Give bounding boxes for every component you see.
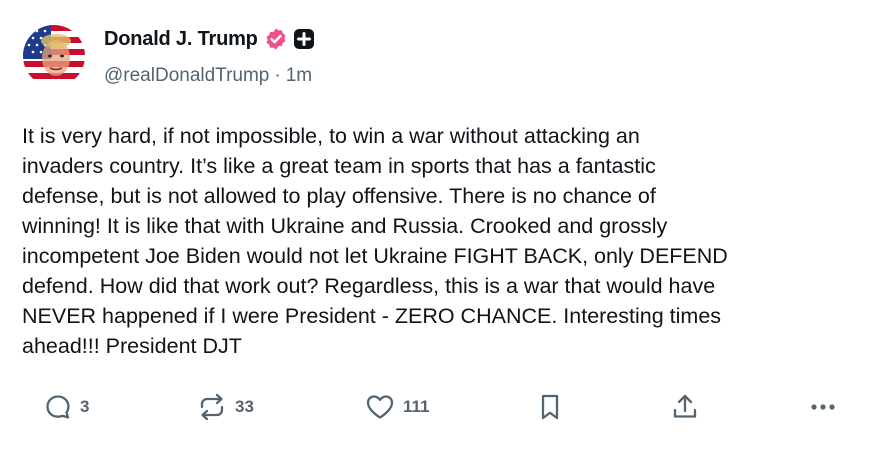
plus-badge-icon [293, 28, 315, 50]
verified-badge-icon [264, 27, 288, 51]
retruth-count: 33 [235, 397, 254, 416]
name-row: Donald J. Trump [104, 26, 315, 52]
handle-row: @realDonaldTrump · 1m [104, 65, 315, 87]
timestamp[interactable]: 1m [286, 65, 312, 87]
more-dots-icon [806, 393, 840, 421]
more-options-button[interactable] [806, 385, 840, 429]
action-bar: 3 33 111 [0, 385, 891, 429]
share-button[interactable] [671, 385, 699, 429]
retruth-icon [197, 393, 227, 421]
like-button[interactable]: 111 [365, 385, 430, 429]
post-text: It is very hard, if not impossible, to w… [22, 124, 728, 358]
retruth-button[interactable]: 33 [197, 385, 254, 429]
bookmark-icon [537, 393, 563, 421]
post-card: Donald J. Trump @realDonaldTrump · 1m It… [0, 0, 891, 450]
reply-button[interactable]: 3 [44, 385, 89, 429]
avatar[interactable] [23, 25, 85, 87]
like-count: 111 [403, 397, 430, 416]
display-name[interactable]: Donald J. Trump [104, 28, 258, 51]
bookmark-button[interactable] [537, 385, 563, 429]
post-header: Donald J. Trump @realDonaldTrump · 1m [104, 26, 315, 87]
handle[interactable]: @realDonaldTrump [104, 65, 269, 87]
reply-count: 3 [80, 397, 90, 416]
separator-dot: · [274, 65, 281, 86]
heart-icon [365, 393, 395, 421]
avatar-image [23, 25, 85, 87]
reply-icon [44, 393, 72, 421]
share-icon [671, 393, 699, 421]
